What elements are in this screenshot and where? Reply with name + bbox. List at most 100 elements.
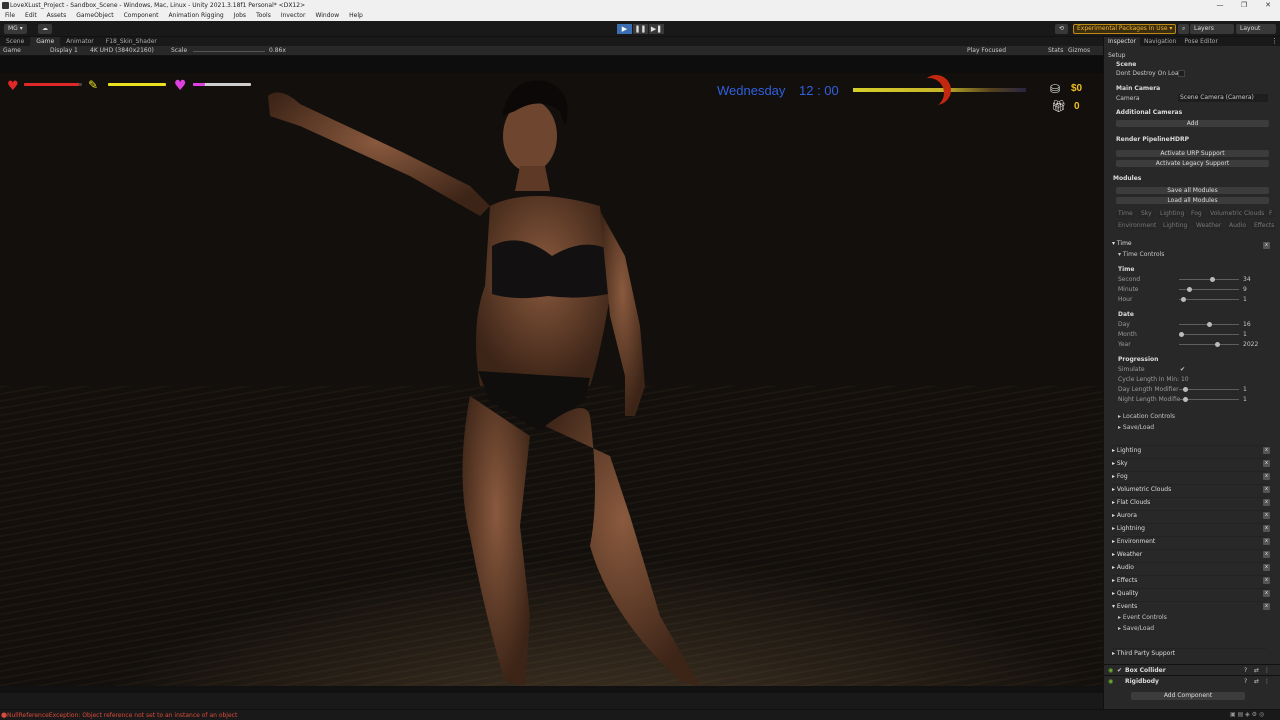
simulate-checkbox[interactable]: ✔ (1180, 366, 1185, 373)
day-slider[interactable] (1179, 322, 1239, 327)
section-remove-button[interactable]: x (1263, 538, 1270, 545)
section-effects-foldout[interactable]: ▸ Effects (1112, 575, 1266, 585)
second-slider-knob[interactable] (1210, 277, 1216, 282)
time-foldout[interactable]: ▾ Time (1112, 239, 1266, 249)
event-controls-foldout[interactable]: ▸ Event Controls (1118, 614, 1167, 621)
module-chip-audio[interactable]: Audio (1227, 222, 1249, 230)
tab-pose-editor[interactable]: Pose Editor (1180, 37, 1222, 46)
location-controls-foldout[interactable]: ▸ Location Controls (1118, 413, 1175, 420)
module-chip-lighting[interactable]: Lighting (1158, 210, 1187, 218)
module-chip-effects[interactable]: Effects (1252, 222, 1277, 230)
menu-jobs[interactable]: Jobs (229, 11, 251, 21)
add-camera-button[interactable]: Add (1116, 120, 1269, 127)
save-modules-button[interactable]: Save all Modules (1116, 187, 1269, 194)
second-value[interactable]: 34 (1243, 276, 1251, 283)
search-icon[interactable]: ⌕ (1178, 24, 1190, 34)
month-slider-knob[interactable] (1179, 332, 1184, 337)
experimental-packages-button[interactable]: Experimental Packages In Use ▾ (1073, 24, 1177, 34)
section-remove-button[interactable]: x (1263, 486, 1270, 493)
rigidbody-help-icon[interactable]: ? (1244, 678, 1247, 685)
section-remove-button[interactable]: x (1263, 447, 1270, 454)
year-value[interactable]: 2022 (1243, 341, 1258, 348)
resolution-dropdown[interactable]: 4K UHD (3840x2160) (90, 46, 154, 56)
dont-destroy-checkbox[interactable] (1178, 70, 1185, 77)
night-length-modifier-value[interactable]: 1 (1243, 396, 1247, 403)
minimize-button[interactable]: — (1208, 0, 1232, 11)
game-viewport[interactable]: ♥ ✎ ♥ Wednesday 12 : 00 ⛁ $0 🎁︎ 0 (0, 56, 1103, 693)
month-value[interactable]: 1 (1243, 331, 1247, 338)
cloud-icon[interactable]: ☁ (38, 24, 52, 34)
box-collider-help-icon[interactable]: ? (1244, 667, 1247, 674)
section-remove-button[interactable]: x (1263, 473, 1270, 480)
time-remove-button[interactable]: x (1263, 242, 1270, 249)
minute-slider-knob[interactable] (1187, 287, 1193, 292)
scale-slider[interactable] (193, 51, 265, 52)
section-remove-button[interactable]: x (1263, 564, 1270, 571)
section-environment-foldout[interactable]: ▸ Environment (1112, 536, 1266, 546)
layout-dropdown[interactable]: Layout (1236, 24, 1276, 34)
tab-f18-skin-shader[interactable]: F18_Skin_Shader (100, 37, 163, 46)
section-quality-foldout[interactable]: ▸ Quality (1112, 588, 1266, 598)
menu-gameobject[interactable]: GameObject (71, 11, 118, 21)
section-volumetric-clouds-foldout[interactable]: ▸ Volumetric Clouds (1112, 484, 1266, 494)
menu-animation-rigging[interactable]: Animation Rigging (163, 11, 228, 21)
save-load-foldout[interactable]: ▸ Save/Load (1118, 424, 1154, 431)
time-controls-foldout[interactable]: ▾ Time Controls (1118, 251, 1164, 258)
menu-assets[interactable]: Assets (42, 11, 72, 21)
menu-invector[interactable]: Invector (276, 11, 311, 21)
hour-value[interactable]: 1 (1243, 296, 1247, 303)
activate-urp-button[interactable]: Activate URP Support (1116, 150, 1269, 157)
minute-value[interactable]: 9 (1243, 286, 1247, 293)
module-chip-weather[interactable]: Weather (1194, 222, 1224, 230)
cycle-length-field[interactable]: Cycle Length In Min: 10 (1118, 376, 1189, 383)
menu-tools[interactable]: Tools (251, 11, 276, 21)
section-audio-foldout[interactable]: ▸ Audio (1112, 562, 1266, 572)
game-mode-dropdown[interactable]: Game (3, 46, 21, 56)
tab-game[interactable]: Game (30, 37, 61, 46)
hour-slider-knob[interactable] (1181, 297, 1187, 302)
inspector-menu-icon[interactable]: ⋮ (1271, 37, 1278, 45)
rigidbody-component[interactable]: ◉ Rigidbody ? ⇄ ⋮ (1104, 675, 1280, 686)
section-events-foldout[interactable]: ▾ Events (1112, 601, 1266, 611)
day-slider-knob[interactable] (1206, 322, 1212, 327)
hour-slider[interactable] (1179, 297, 1239, 302)
play-focused-dropdown[interactable]: Play Focused (967, 46, 1006, 56)
section-lighting-foldout[interactable]: ▸ Lighting (1112, 445, 1266, 455)
box-collider-menu-icon[interactable]: ⋮ (1264, 667, 1270, 674)
tab-animator[interactable]: Animator (60, 37, 100, 46)
second-slider[interactable] (1179, 277, 1239, 282)
section-remove-button[interactable]: x (1263, 603, 1270, 610)
day-length-modifier-slider[interactable] (1179, 387, 1239, 392)
gizmos-button[interactable]: Gizmos (1068, 46, 1090, 56)
account-dropdown[interactable]: MG ▾ (4, 24, 27, 34)
day-length-modifier-value[interactable]: 1 (1243, 386, 1247, 393)
section-remove-button[interactable]: x (1263, 577, 1270, 584)
night-length-modifier-slider[interactable] (1179, 397, 1239, 402)
camera-field[interactable]: Scene Camera (Camera) (1178, 94, 1268, 102)
save-load-2-foldout[interactable]: ▸ Save/Load (1118, 625, 1154, 632)
module-chip-sky[interactable]: Sky (1139, 210, 1154, 218)
box-collider-enabled-checkbox[interactable]: ✔ (1117, 667, 1122, 674)
load-modules-button[interactable]: Load all Modules (1116, 197, 1269, 204)
console-error-message[interactable]: NullReferenceException: Object reference… (7, 712, 237, 719)
add-component-button[interactable]: Add Component (1131, 692, 1245, 700)
year-slider-knob[interactable] (1214, 342, 1220, 347)
night-length-modifier-knob[interactable] (1183, 397, 1188, 402)
step-button[interactable]: ▶❚ (649, 24, 664, 34)
day-length-modifier-knob[interactable] (1183, 387, 1188, 392)
pause-button[interactable]: ❚❚ (633, 24, 648, 34)
section-remove-button[interactable]: x (1263, 512, 1270, 519)
month-slider[interactable] (1179, 332, 1239, 337)
section-lightning-foldout[interactable]: ▸ Lightning (1112, 523, 1266, 533)
module-chip-fog[interactable]: Fog (1189, 210, 1204, 218)
rigidbody-preset-icon[interactable]: ⇄ (1254, 678, 1259, 685)
module-chip-f[interactable]: F (1267, 210, 1275, 218)
stats-button[interactable]: Stats (1048, 46, 1063, 56)
menu-edit[interactable]: Edit (20, 11, 42, 21)
tab-navigation[interactable]: Navigation (1140, 37, 1180, 46)
section-remove-button[interactable]: x (1263, 460, 1270, 467)
section-fog-foldout[interactable]: ▸ Fog (1112, 471, 1266, 481)
minute-slider[interactable] (1179, 287, 1239, 292)
menu-file[interactable]: File (0, 11, 20, 21)
section-remove-button[interactable]: x (1263, 590, 1270, 597)
